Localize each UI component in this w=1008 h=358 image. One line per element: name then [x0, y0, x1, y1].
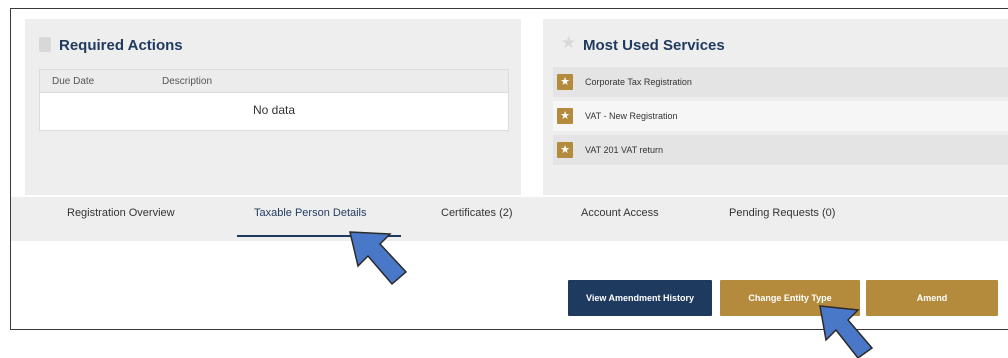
most-used-services-panel: ★ Most Used Services ★ Corporate Tax Reg…: [543, 19, 1008, 195]
column-header-description: Description: [162, 76, 213, 87]
table-header: Due Date Description: [40, 70, 508, 93]
tab-taxable-person-details[interactable]: Taxable Person Details: [254, 207, 367, 219]
required-actions-title: Required Actions: [59, 37, 183, 54]
tab-certificates[interactable]: Certificates (2): [441, 207, 513, 219]
amend-button[interactable]: Amend: [866, 280, 998, 316]
service-item-label: VAT - New Registration: [585, 111, 678, 121]
required-actions-table: Due Date Description No data: [39, 69, 509, 131]
pointer-arrow-icon: [819, 305, 874, 358]
star-icon: ★: [557, 142, 573, 158]
document-icon: [39, 37, 51, 52]
star-icon: ★: [557, 108, 573, 124]
view-amendment-history-button[interactable]: View Amendment History: [568, 280, 712, 316]
tab-pending-requests[interactable]: Pending Requests (0): [729, 207, 835, 219]
most-used-services-title: Most Used Services: [583, 37, 725, 54]
star-icon: ★: [561, 33, 577, 52]
pointer-arrow-icon: [349, 231, 408, 286]
empty-state-text: No data: [252, 103, 296, 117]
tab-bar: Registration Overview Taxable Person Det…: [11, 197, 1008, 241]
service-item-corporate-tax-registration[interactable]: ★ Corporate Tax Registration: [553, 67, 1008, 97]
column-header-due-date: Due Date: [52, 76, 95, 87]
required-actions-panel: Required Actions Due Date Description No…: [25, 19, 521, 195]
tab-account-access[interactable]: Account Access: [581, 207, 659, 219]
star-icon: ★: [557, 74, 573, 90]
service-item-label: VAT 201 VAT return: [585, 145, 664, 155]
service-item-label: Corporate Tax Registration: [585, 77, 692, 87]
tab-registration-overview[interactable]: Registration Overview: [67, 207, 175, 219]
service-item-vat-201-return[interactable]: ★ VAT 201 VAT return: [553, 135, 1008, 165]
service-item-vat-new-registration[interactable]: ★ VAT - New Registration: [553, 101, 1008, 131]
